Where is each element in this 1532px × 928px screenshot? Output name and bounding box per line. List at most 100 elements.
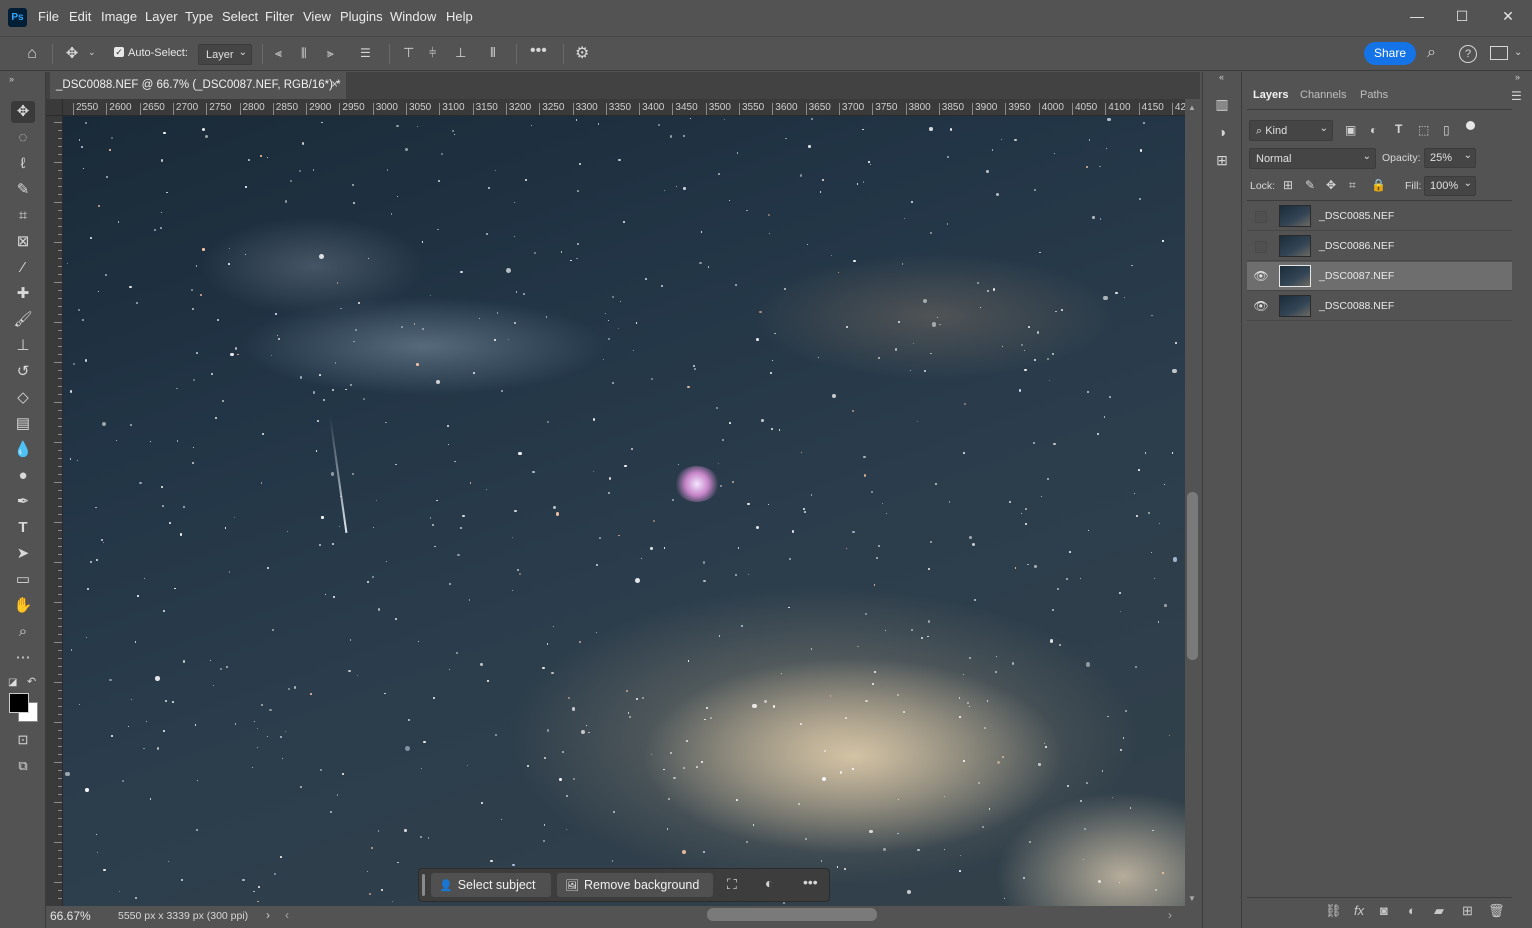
horizontal-scroll-thumb[interactable] — [707, 908, 877, 921]
workspace-icon[interactable] — [1490, 46, 1508, 60]
path-selection-tool-icon[interactable]: ➤ — [11, 543, 35, 565]
filter-type-icon[interactable]: T — [1395, 122, 1402, 136]
adjustments-icon[interactable]: ◑ — [1213, 124, 1231, 142]
filter-kind-dropdown[interactable]: ⌕ Kind ⌄ — [1249, 120, 1333, 141]
menu-select[interactable]: Select — [222, 9, 258, 24]
distribute-vertical-icon[interactable]: ☰ — [360, 46, 371, 60]
menu-image[interactable]: Image — [101, 9, 137, 24]
minimize-button[interactable]: — — [1406, 6, 1428, 26]
brush-tool-icon[interactable]: 🖌 — [11, 309, 35, 331]
eye-icon[interactable]: 👁 — [1253, 268, 1269, 284]
search-icon[interactable]: ⌕ — [1427, 44, 1436, 62]
blur-tool-icon[interactable]: 💧 — [11, 439, 35, 461]
transform-icon[interactable]: ⛶ — [727, 876, 737, 893]
tab-channels[interactable]: Channels — [1300, 89, 1346, 101]
default-colors-icon[interactable]: ◪ — [8, 677, 17, 688]
document-tab[interactable]: _DSC0088.NEF @ 66.7% (_DSC0087.NEF, RGB/… — [50, 72, 346, 99]
auto-select-checkbox[interactable]: ✓ — [114, 47, 124, 57]
tab-paths[interactable]: Paths — [1360, 89, 1388, 101]
visibility-toggle[interactable] — [1255, 211, 1267, 223]
close-tab-icon[interactable]: × — [331, 72, 338, 98]
lock-image-icon[interactable]: ✎ — [1305, 178, 1315, 192]
menu-edit[interactable]: Edit — [69, 9, 91, 24]
filter-adjustment-icon[interactable]: ◐ — [1370, 123, 1377, 137]
menu-view[interactable]: View — [303, 9, 331, 24]
healing-brush-tool-icon[interactable]: ✚ — [11, 283, 35, 305]
move-tool-preset-icon[interactable]: ✥ — [62, 44, 82, 64]
zoom-tool-icon[interactable]: ⌕ — [11, 621, 35, 643]
eraser-tool-icon[interactable]: ◇ — [11, 387, 35, 409]
menu-window[interactable]: Window — [390, 9, 436, 24]
align-top-icon[interactable]: ⊤ — [403, 45, 414, 61]
chevron-down-icon[interactable]: ⌄ — [88, 47, 96, 58]
panel-menu-icon[interactable]: ☰ — [1511, 89, 1522, 103]
history-brush-tool-icon[interactable]: ↺ — [11, 361, 35, 383]
align-horizontal-center-icon[interactable]: ⫼ — [301, 46, 307, 61]
layer-row[interactable]: _DSC0085.NEF — [1247, 202, 1512, 231]
drag-handle[interactable] — [422, 874, 425, 896]
properties-icon[interactable]: ⊞ — [1213, 152, 1231, 170]
swap-colors-icon[interactable]: ↶ — [27, 675, 36, 688]
align-left-icon[interactable]: ⫷ — [275, 46, 282, 61]
align-bottom-icon[interactable]: ⊥ — [455, 45, 466, 61]
collapse-icon[interactable]: « — [1219, 72, 1224, 82]
move-tool-icon[interactable]: ✥ — [11, 101, 35, 123]
menu-filter[interactable]: Filter — [265, 9, 294, 24]
pen-tool-icon[interactable]: ✒ — [11, 491, 35, 513]
new-layer-icon[interactable]: ⊞ — [1462, 903, 1473, 919]
lock-transparent-icon[interactable]: ⊞ — [1283, 178, 1293, 192]
edit-toolbar-icon[interactable]: ⋯ — [11, 647, 35, 669]
eye-icon[interactable]: 👁 — [1253, 298, 1269, 314]
distribute-horizontal-icon[interactable]: ⦀ — [490, 45, 496, 61]
close-window-button[interactable]: ✕ — [1497, 6, 1519, 26]
fill-field[interactable]: 100% ⌄ — [1424, 176, 1476, 196]
new-group-icon[interactable]: ▰ — [1434, 903, 1444, 919]
layer-row-selected[interactable]: 👁 _DSC0087.NEF — [1247, 262, 1512, 291]
rectangle-tool-icon[interactable]: ▭ — [11, 569, 35, 591]
gear-icon[interactable]: ⚙ — [575, 43, 589, 63]
home-icon[interactable]: ⌂ — [22, 45, 42, 63]
filter-shape-icon[interactable]: ⬚ — [1418, 123, 1429, 137]
type-tool-icon[interactable]: T — [11, 517, 35, 539]
menu-help[interactable]: Help — [446, 9, 473, 24]
frame-tool-icon[interactable]: ⊠ — [11, 231, 35, 253]
menu-layer[interactable]: Layer — [145, 9, 178, 24]
menu-type[interactable]: Type — [185, 9, 213, 24]
tab-layers[interactable]: Layers — [1253, 89, 1288, 101]
collapse-icon[interactable]: » — [1515, 72, 1520, 82]
gradient-tool-icon[interactable]: ▤ — [11, 413, 35, 435]
quick-mask-icon[interactable]: ⊡ — [11, 729, 35, 751]
hand-tool-icon[interactable]: ✋ — [11, 595, 35, 617]
delete-layer-icon[interactable]: 🗑 — [1488, 903, 1505, 919]
layer-row[interactable]: 👁 _DSC0088.NEF — [1247, 292, 1512, 321]
remove-background-button[interactable]: 🖼 Remove background — [557, 873, 713, 897]
chevron-down-icon[interactable]: ⌄ — [1514, 47, 1522, 58]
menu-plugins[interactable]: Plugins — [340, 9, 383, 24]
more-options-icon[interactable]: ••• — [803, 874, 818, 890]
align-right-icon[interactable]: ⫸ — [327, 46, 334, 61]
lock-all-icon[interactable]: 🔒 — [1371, 178, 1386, 192]
scroll-down-icon[interactable]: ▼ — [1188, 894, 1196, 903]
auto-select-target-dropdown[interactable]: Layer ⌄ — [198, 44, 252, 65]
help-icon[interactable]: ? — [1459, 45, 1477, 63]
more-options-icon[interactable]: ••• — [530, 42, 547, 60]
filter-pixel-icon[interactable]: ▣ — [1345, 123, 1356, 137]
filter-toggle-icon[interactable] — [1466, 121, 1475, 130]
blend-mode-dropdown[interactable]: Normal ⌄ — [1249, 148, 1376, 169]
new-adjustment-layer-icon[interactable]: ◐ — [1408, 903, 1416, 918]
dodge-tool-icon[interactable]: ● — [11, 465, 35, 487]
vertical-scroll-thumb[interactable] — [1187, 492, 1198, 660]
menu-file[interactable]: File — [38, 9, 59, 24]
lock-artboard-icon[interactable]: ⌗ — [1349, 178, 1356, 193]
ruler-origin[interactable] — [46, 99, 63, 116]
share-button[interactable]: Share — [1364, 42, 1416, 65]
visibility-toggle[interactable] — [1255, 241, 1267, 253]
filter-smart-object-icon[interactable]: ▯ — [1443, 123, 1450, 137]
eyedropper-tool-icon[interactable]: ⁄ — [11, 257, 35, 279]
clone-stamp-tool-icon[interactable]: ⊥ — [11, 335, 35, 357]
layer-row[interactable]: _DSC0086.NEF — [1247, 232, 1512, 261]
screen-mode-icon[interactable]: ⧉ — [11, 755, 35, 777]
libraries-icon[interactable]: ▥ — [1213, 96, 1231, 114]
scroll-right-icon[interactable]: › — [1168, 908, 1172, 922]
scroll-up-icon[interactable]: ▲ — [1188, 103, 1196, 112]
